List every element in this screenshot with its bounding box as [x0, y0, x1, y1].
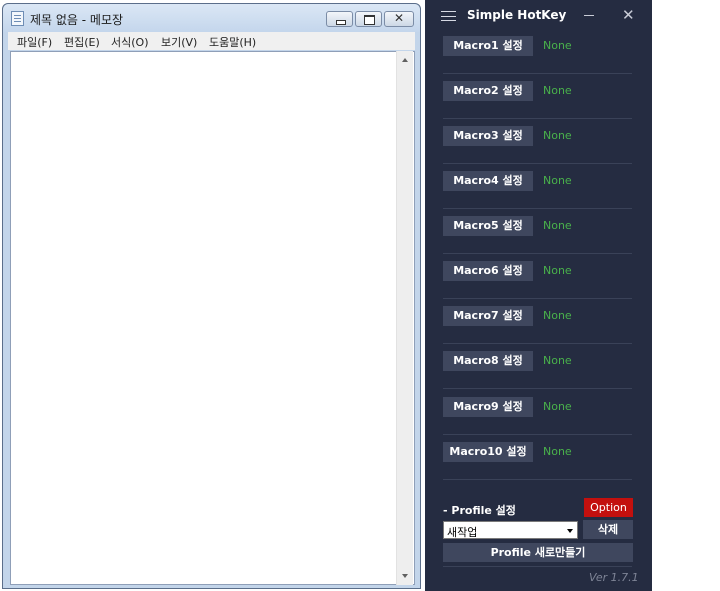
macro3-value: None: [543, 129, 572, 142]
macro7-setting-button[interactable]: Macro7 설정: [443, 306, 533, 326]
macro2-value: None: [543, 84, 572, 97]
notepad-window: 제목 없음 - 메모장 파일(F) 편집(E) 서식(O) 보기(V) 도움말(…: [2, 3, 421, 589]
macro-row-3: Macro3 설정 None: [443, 126, 633, 146]
macro5-setting-button[interactable]: Macro5 설정: [443, 216, 533, 236]
divider: [443, 253, 632, 254]
menu-edit[interactable]: 편집(E): [64, 34, 100, 50]
macro-row-2: Macro2 설정 None: [443, 81, 633, 101]
macro2-setting-button[interactable]: Macro2 설정: [443, 81, 533, 101]
hamburger-menu-icon[interactable]: [441, 11, 456, 21]
divider: [443, 208, 632, 209]
profile-select[interactable]: 새작업: [443, 521, 578, 539]
maximize-button[interactable]: [355, 11, 382, 27]
macro-row-4: Macro4 설정 None: [443, 171, 633, 191]
divider: [443, 566, 632, 567]
divider: [443, 298, 632, 299]
macro-row-9: Macro9 설정 None: [443, 397, 633, 417]
divider: [443, 388, 632, 389]
macro-row-10: Macro10 설정 None: [443, 442, 633, 462]
scroll-up-icon[interactable]: [402, 58, 408, 62]
hotkey-window: Simple HotKey ✕ Macro1 설정 None Macro2 설정…: [425, 0, 652, 591]
notepad-app-icon: [11, 11, 24, 26]
menu-help[interactable]: 도움말(H): [209, 34, 256, 50]
macro3-setting-button[interactable]: Macro3 설정: [443, 126, 533, 146]
menu-view[interactable]: 보기(V): [161, 34, 197, 50]
new-profile-button[interactable]: Profile 새로만들기: [443, 543, 633, 562]
macro-row-8: Macro8 설정 None: [443, 351, 633, 371]
macro5-value: None: [543, 219, 572, 232]
divider: [443, 163, 632, 164]
macro9-value: None: [543, 400, 572, 413]
notepad-menubar: 파일(F) 편집(E) 서식(O) 보기(V) 도움말(H): [8, 32, 415, 50]
delete-profile-button[interactable]: 삭제: [583, 520, 633, 539]
macro-row-1: Macro1 설정 None: [443, 36, 633, 56]
macro8-value: None: [543, 354, 572, 367]
divider: [443, 73, 632, 74]
hotkey-minimize-icon[interactable]: [584, 15, 594, 16]
hotkey-close-icon[interactable]: ✕: [622, 5, 635, 25]
option-button[interactable]: Option: [584, 498, 633, 517]
divider: [443, 479, 632, 480]
profile-setting-label: - Profile 설정: [443, 504, 516, 517]
notepad-titlebar[interactable]: 제목 없음 - 메모장: [3, 4, 420, 32]
hotkey-title: Simple HotKey: [467, 8, 567, 22]
notepad-text-area[interactable]: [10, 51, 415, 585]
macro7-value: None: [543, 309, 572, 322]
close-button[interactable]: [384, 11, 414, 27]
divider: [443, 343, 632, 344]
menu-file[interactable]: 파일(F): [17, 34, 52, 50]
macro-row-5: Macro5 설정 None: [443, 216, 633, 236]
scroll-down-icon[interactable]: [402, 574, 408, 578]
dropdown-arrow-icon: [567, 529, 573, 533]
macro10-value: None: [543, 445, 572, 458]
macro1-setting-button[interactable]: Macro1 설정: [443, 36, 533, 56]
macro-row-7: Macro7 설정 None: [443, 306, 633, 326]
macro10-setting-button[interactable]: Macro10 설정: [443, 442, 533, 462]
menu-format[interactable]: 서식(O): [111, 34, 148, 50]
macro6-setting-button[interactable]: Macro6 설정: [443, 261, 533, 281]
macro8-setting-button[interactable]: Macro8 설정: [443, 351, 533, 371]
macro1-value: None: [543, 39, 572, 52]
macro4-setting-button[interactable]: Macro4 설정: [443, 171, 533, 191]
macro-row-6: Macro6 설정 None: [443, 261, 633, 281]
version-label: Ver 1.7.1: [589, 571, 639, 584]
divider: [443, 434, 632, 435]
notepad-title: 제목 없음 - 메모장: [30, 13, 124, 27]
vertical-scrollbar[interactable]: [396, 51, 413, 585]
profile-select-value: 새작업: [447, 526, 478, 539]
macro9-setting-button[interactable]: Macro9 설정: [443, 397, 533, 417]
minimize-button[interactable]: [326, 11, 353, 27]
macro6-value: None: [543, 264, 572, 277]
macro4-value: None: [543, 174, 572, 187]
divider: [443, 118, 632, 119]
